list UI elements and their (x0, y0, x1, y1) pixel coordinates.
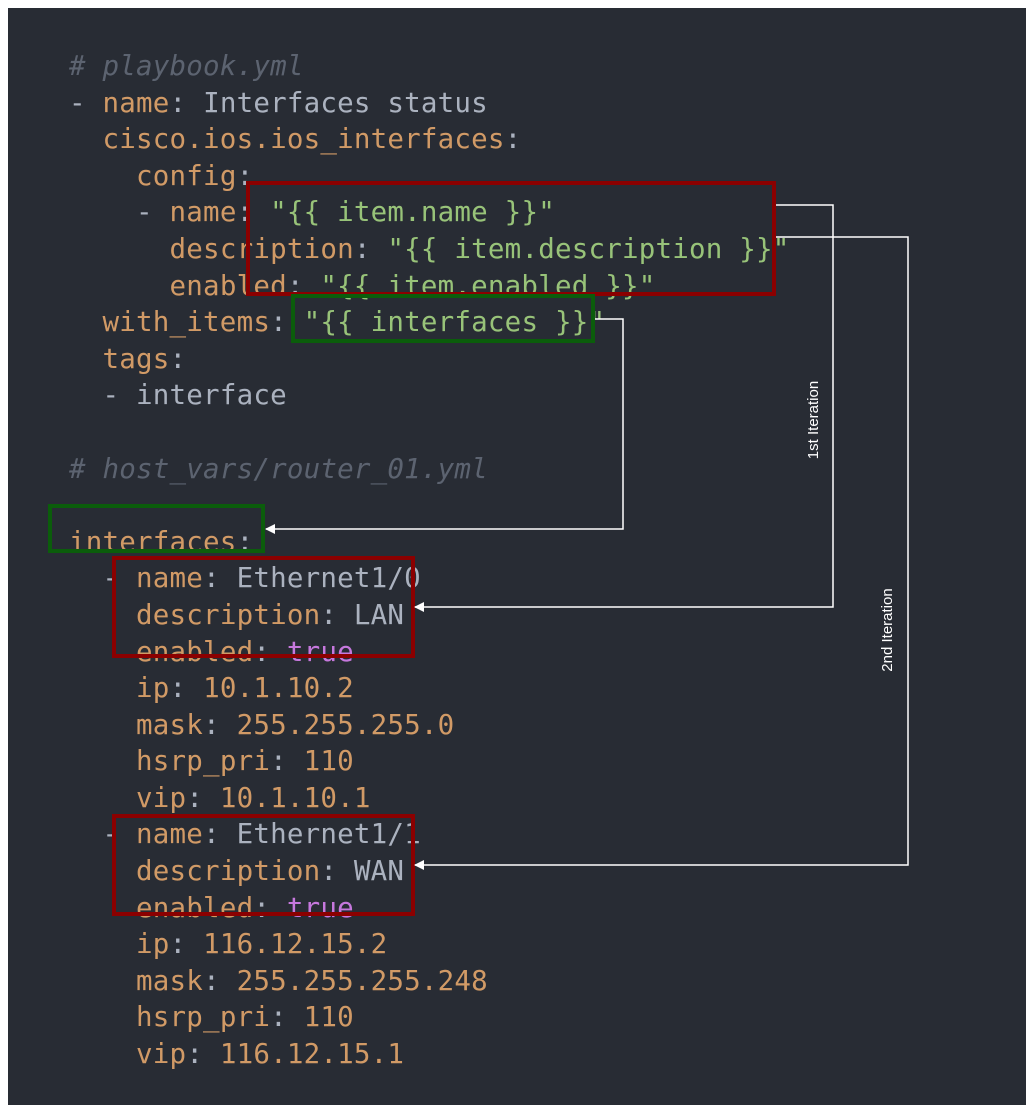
first-iteration-arrow (414, 204, 834, 612)
second-iteration-label: 2nd Iteration (879, 588, 896, 671)
with-items-box (291, 294, 595, 343)
item-2-box (112, 814, 415, 916)
second-iteration-arrow (414, 236, 909, 870)
item-template-box (246, 181, 776, 296)
interfaces-var-box (48, 504, 265, 553)
first-iteration-label: 1st Iteration (805, 381, 822, 459)
with-items-arrow (265, 318, 624, 534)
annotation-overlay: 1st Iteration 2nd Iteration (48, 181, 909, 916)
item-1-box (112, 556, 415, 658)
